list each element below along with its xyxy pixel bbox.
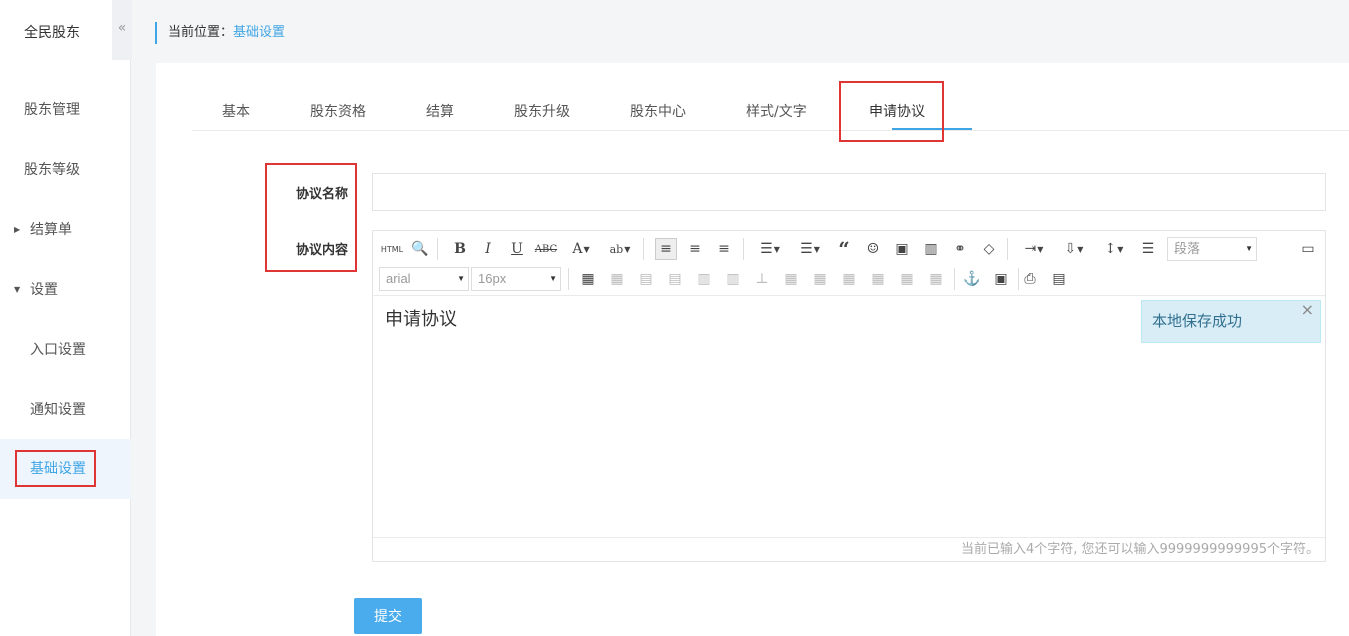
image-icon[interactable]: ▣	[891, 238, 913, 260]
toolbar-divider	[954, 268, 955, 290]
insert-caption-icon[interactable]: ▤	[635, 268, 657, 290]
paste-icon[interactable]: ▤	[1048, 268, 1070, 290]
fullscreen-icon[interactable]: ▭	[1297, 238, 1319, 260]
rich-text-editor: HTML 🔍 B I U ABC A ▼ ab ▼ ≡ ≡ ≡ ☰ ▼ ☰ ▼ “ ☺ …	[372, 230, 1326, 562]
tab-shareholder-center[interactable]: 股东中心	[630, 101, 686, 121]
insert-frame-icon[interactable]: ▣	[990, 268, 1012, 290]
merge-cells-icon[interactable]: ▦	[780, 268, 802, 290]
chevron-down-icon: ▼	[457, 274, 465, 283]
unordered-list-icon[interactable]: ☰ ▼	[793, 238, 827, 260]
split-cell-icon[interactable]: ⊥	[751, 268, 773, 290]
merge-right-icon[interactable]: ▦	[809, 268, 831, 290]
merge-down-icon[interactable]: ▦	[838, 268, 860, 290]
save-toast: 本地保存成功 ×	[1141, 300, 1321, 343]
agreement-name-input[interactable]	[372, 173, 1326, 211]
app-brand: 全民股东	[24, 25, 80, 41]
sidebar-item-label: 股东等级	[24, 162, 80, 178]
toast-message: 本地保存成功	[1152, 312, 1243, 330]
editor-content[interactable]: 申请协议	[385, 305, 457, 331]
font-size-select[interactable]: 16px ▼	[471, 267, 561, 291]
toolbar-divider	[1007, 238, 1008, 260]
sidebar-item-shareholder-management[interactable]: 股东管理	[0, 80, 131, 140]
tab-application-agreement[interactable]: 申请协议	[869, 101, 925, 121]
font-color-icon[interactable]: A ▼	[565, 238, 597, 260]
breadcrumb-prefix: 当前位置：	[168, 25, 234, 40]
sidebar-item-label: 设置	[30, 282, 58, 298]
agreement-name-label: 协议名称	[295, 187, 348, 202]
close-icon[interactable]: ×	[1301, 289, 1314, 330]
table-edit-icon[interactable]: ▦	[606, 268, 628, 290]
font-family-select[interactable]: arial ▼	[379, 267, 469, 291]
italic-icon[interactable]: I	[477, 238, 499, 260]
tab-bar: 基本 股东资格 结算 股东升级 股东中心 样式/文字 申请协议	[192, 91, 1349, 131]
sidebar: 全民股东 « 股东管理 股东等级 ▶ 结算单 ▼ 设置 入口设置 通知设置 基础…	[0, 0, 132, 636]
sidebar-item-notification-settings[interactable]: 通知设置	[0, 380, 131, 440]
anchor-icon[interactable]: ⚓	[961, 268, 983, 290]
sidebar-item-label: 通知设置	[30, 402, 86, 418]
editor-toolbar: HTML 🔍 B I U ABC A ▼ ab ▼ ≡ ≡ ≡ ☰ ▼ ☰ ▼ “ ☺ …	[373, 231, 1325, 296]
submit-button[interactable]: 提交	[354, 598, 422, 634]
chevron-down-icon: ▼	[1245, 244, 1253, 253]
tab-settlement[interactable]: 结算	[426, 101, 454, 121]
breadcrumb: 当前位置：基础设置	[155, 22, 285, 44]
tab-upgrade[interactable]: 股东升级	[514, 101, 570, 121]
paragraph-select[interactable]: 段落 ▼	[1167, 237, 1257, 261]
toolbar-divider	[437, 238, 438, 260]
toolbar-divider	[568, 268, 569, 290]
highlight-color-icon[interactable]: ab ▼	[603, 238, 637, 260]
sidebar-item-shareholder-level[interactable]: 股东等级	[0, 140, 131, 200]
caret-down-icon: ▼	[14, 285, 21, 294]
sidebar-item-label: 股东管理	[24, 102, 80, 118]
tab-qualification[interactable]: 股东资格	[310, 101, 366, 121]
format-icon[interactable]: ☰	[1137, 238, 1159, 260]
font-family-value: arial	[386, 271, 411, 286]
sidebar-item-label: 结算单	[30, 222, 72, 238]
sidebar-item-label: 入口设置	[30, 342, 86, 358]
chevron-down-icon: ▼	[549, 274, 557, 283]
tab-style-text[interactable]: 样式/文字	[746, 101, 807, 121]
align-center-icon[interactable]: ≡	[684, 238, 706, 260]
agreement-content-label: 协议内容	[295, 243, 348, 258]
print-icon[interactable]: ⎙	[1019, 268, 1041, 290]
split-rows-icon[interactable]: ▦	[867, 268, 889, 290]
sidebar-item-entry-settings[interactable]: 入口设置	[0, 320, 131, 380]
line-height-icon[interactable]: ⇩ ▼	[1057, 238, 1091, 260]
sidebar-item-settings[interactable]: ▼ 设置	[0, 260, 131, 320]
toolbar-divider	[743, 238, 744, 260]
main-panel: 基本 股东资格 结算 股东升级 股东中心 样式/文字 申请协议 协议名称 协议内…	[156, 63, 1349, 636]
split-columns-icon[interactable]: ▦	[896, 268, 918, 290]
blockquote-icon[interactable]: “	[833, 237, 855, 261]
breadcrumb-current[interactable]: 基础设置	[233, 25, 285, 40]
video-icon[interactable]: ▥	[920, 238, 942, 260]
row-spacing-icon[interactable]: ↕ ▼	[1097, 238, 1131, 260]
html-source-icon[interactable]: HTML	[379, 238, 405, 260]
link-icon[interactable]: ⚭	[949, 238, 971, 260]
underline-icon[interactable]: U	[506, 238, 528, 260]
delete-table-icon[interactable]: ▦	[925, 268, 947, 290]
insert-table-icon[interactable]: ▦	[577, 268, 599, 290]
sidebar-item-settlement[interactable]: ▶ 结算单	[0, 200, 131, 260]
collapse-sidebar-icon[interactable]: «	[112, 0, 132, 60]
insert-row-icon[interactable]: ▤	[664, 268, 686, 290]
preview-icon[interactable]: 🔍	[409, 238, 431, 260]
toolbar-divider	[643, 238, 644, 260]
sidebar-item-basic-settings[interactable]: 基础设置	[0, 439, 131, 499]
eraser-icon[interactable]: ◇	[978, 238, 1000, 260]
sidebar-item-label: 基础设置	[30, 461, 86, 477]
word-count: 当前已输入4个字符, 您还可以输入9999999999995个字符。	[373, 537, 1325, 561]
bold-icon[interactable]: B	[449, 238, 471, 260]
align-right-icon[interactable]: ≡	[713, 238, 735, 260]
insert-column-icon[interactable]: ▥	[693, 268, 715, 290]
indent-icon[interactable]: ⇥ ▼	[1017, 238, 1051, 260]
active-tab-indicator	[892, 128, 972, 130]
caret-right-icon: ▶	[14, 225, 21, 234]
align-left-icon[interactable]: ≡	[655, 238, 677, 260]
strikethrough-icon[interactable]: ABC	[535, 238, 557, 260]
tab-basic[interactable]: 基本	[222, 101, 250, 121]
paragraph-value: 段落	[1174, 241, 1201, 256]
ordered-list-icon[interactable]: ☰ ▼	[753, 238, 787, 260]
emoji-icon[interactable]: ☺	[862, 238, 884, 260]
font-size-value: 16px	[478, 271, 507, 286]
delete-column-icon[interactable]: ▥	[722, 268, 744, 290]
